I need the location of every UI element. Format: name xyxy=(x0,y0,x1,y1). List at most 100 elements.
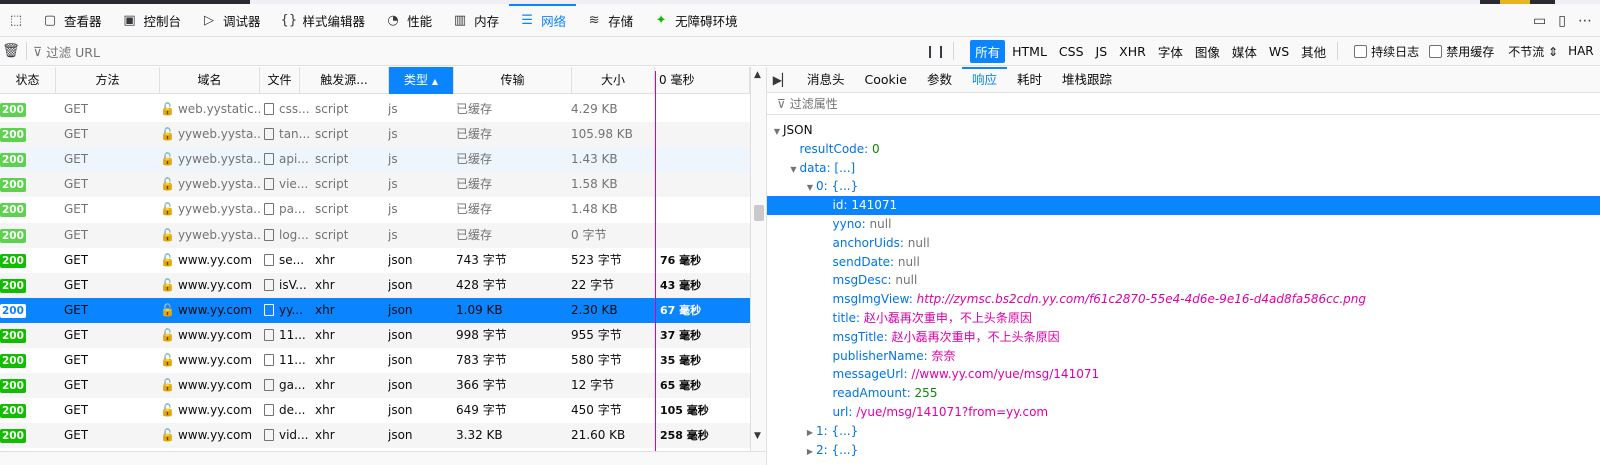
tab-accessibility[interactable]: ✦ 无障碍环境 xyxy=(643,4,748,37)
domain-cell: 🔓 www.yy.com xyxy=(160,423,260,448)
collapsed-arrow-icon[interactable]: ▶ xyxy=(804,423,816,442)
tab-headers[interactable]: 消息头 xyxy=(797,67,855,93)
filter-js-button[interactable]: JS xyxy=(1091,42,1113,61)
tab-inspector[interactable]: ▢ 查看器 xyxy=(32,4,112,37)
json-tree-row[interactable]: messageUrl: //www.yy.com/yue/msg/141071 xyxy=(767,365,1600,384)
dock-options-icon[interactable]: ▯ xyxy=(1558,13,1566,29)
filter-media-button[interactable]: 媒体 xyxy=(1227,40,1262,63)
request-row[interactable]: 200 GET 🔓 www.yy.com ga... xhr json 366 字节 12 字节… xyxy=(0,373,750,399)
expanded-arrow-icon[interactable]: ▼ xyxy=(788,160,800,179)
collapsed-arrow-icon[interactable]: ▶ xyxy=(804,442,816,461)
col-method[interactable]: 方法 xyxy=(56,67,160,94)
json-tree-row[interactable]: anchorUids: null xyxy=(767,234,1600,253)
filter-all-button[interactable]: 所有 xyxy=(970,39,1006,63)
filter-properties-input[interactable]: ⊽ 过滤属性 xyxy=(767,93,1600,115)
transferred-cell: 783 字节 xyxy=(456,353,507,367)
disable-cache-checkbox[interactable]: 禁用缓存 xyxy=(1429,43,1494,60)
json-value: 赵小磊再次重申，不上头条原因 xyxy=(860,311,1032,325)
col-size[interactable]: 大小 xyxy=(572,67,655,94)
json-tree-row[interactable]: msgTitle: 赵小磊再次重申，不上头条原因 xyxy=(767,328,1600,347)
filter-other-button[interactable]: 其他 xyxy=(1296,40,1331,63)
request-row[interactable]: 200 GET 🔓 www.yy.com 11... xhr json 998 字节 955 字… xyxy=(0,322,750,348)
json-tree-row[interactable]: publisherName: 奈奈 xyxy=(767,347,1600,366)
scroll-up-icon[interactable]: ▲ xyxy=(754,70,761,80)
filter-url-input[interactable]: ⊽ 过滤 URL xyxy=(33,42,913,61)
more-options-icon[interactable]: ⋯ xyxy=(1578,13,1592,29)
timing-cell: 43 毫秒 xyxy=(660,278,702,292)
insecure-lock-icon: 🔓 xyxy=(160,252,175,267)
tab-timings[interactable]: 耗时 xyxy=(1007,67,1052,93)
expanded-arrow-icon[interactable]: ▼ xyxy=(804,178,816,197)
json-tree-row[interactable]: ▼ data: [...] xyxy=(767,159,1600,178)
request-row[interactable]: 200 GET 🔓 www.yy.com yy... xhr json 1.09 KB 2.30… xyxy=(0,297,750,323)
request-row[interactable]: 200 GET 🔓 yyweb.yysta... vie... script js 已缓存 1.… xyxy=(0,172,750,198)
col-waterfall[interactable]: 0 毫秒 xyxy=(655,67,750,94)
col-type[interactable]: 类型 ▲ xyxy=(389,67,454,94)
cause-cell: script xyxy=(315,227,349,242)
request-row[interactable]: 200 GET 🔓 yyweb.yysta... tan... script js 已缓存 10… xyxy=(0,122,750,148)
tab-performance[interactable]: ◔ 性能 xyxy=(375,4,442,37)
responsive-design-icon[interactable]: ▭ xyxy=(1533,13,1546,29)
col-status[interactable]: 状态 xyxy=(0,67,56,94)
tab-network[interactable]: ☰ 网络 xyxy=(509,3,577,37)
json-tree-row[interactable]: id: 141071 xyxy=(767,196,1600,216)
clear-requests-icon[interactable]: 🗑 xyxy=(2,43,20,59)
tab-debugger[interactable]: ▷ 调试器 xyxy=(191,4,271,37)
json-tree-row[interactable]: sendDate: null xyxy=(767,253,1600,272)
tab-cookie[interactable]: Cookie xyxy=(855,67,917,93)
json-tree-row[interactable]: resultCode: 0 xyxy=(767,140,1600,159)
json-tree-row[interactable]: ▶ 2: {...} xyxy=(767,441,1600,460)
request-row[interactable]: 200 GET 🔓 www.yy.com isV... xhr json 428 字节 22 字… xyxy=(0,272,750,298)
json-tree-row[interactable]: yyno: null xyxy=(767,215,1600,234)
persist-log-checkbox[interactable]: 持续日志 xyxy=(1354,43,1419,60)
request-row[interactable]: 200 GET 🔓 yyweb.yysta... log... script js 已缓存 0 … xyxy=(0,222,750,248)
tab-response[interactable]: 响应 xyxy=(961,66,1007,93)
request-row[interactable]: 200 GET 🔓 www.yy.com vid... xhr json 3.32 KB 21.… xyxy=(0,423,750,449)
file-cell: api... xyxy=(264,147,314,172)
filter-ws-button[interactable]: WS xyxy=(1264,42,1294,61)
tab-style-editor[interactable]: {} 样式编辑器 xyxy=(271,4,376,37)
filter-fonts-button[interactable]: 字体 xyxy=(1153,40,1188,63)
json-tree-row[interactable]: msgImgView: http://zymsc.bs2cdn.yy.com/f… xyxy=(767,290,1600,309)
requests-scrollbar[interactable]: ▲ ▼ xyxy=(750,67,766,465)
status-badge: 200 xyxy=(0,153,26,168)
throttle-select[interactable]: 不节流 ⇕ xyxy=(1508,43,1558,60)
col-file[interactable]: 文件 xyxy=(260,67,300,94)
file-icon xyxy=(264,128,274,141)
col-cause[interactable]: 触发源... xyxy=(300,67,389,94)
json-tree-row[interactable]: msgDesc: null xyxy=(767,271,1600,290)
tab-stack-trace[interactable]: 堆栈跟踪 xyxy=(1052,67,1122,93)
expanded-arrow-icon[interactable]: ▼ xyxy=(771,122,783,141)
tab-console[interactable]: ▣ 控制台 xyxy=(112,4,192,37)
json-tree-row[interactable]: ▼ JSON xyxy=(767,121,1600,140)
filter-images-button[interactable]: 图像 xyxy=(1190,40,1225,63)
tab-storage[interactable]: ≋ 存储 xyxy=(576,4,643,37)
request-row[interactable]: 200 GET 🔓 www.yy.com de... xhr json 649 字节 450 字… xyxy=(0,398,750,423)
filter-xhr-button[interactable]: XHR xyxy=(1114,42,1151,61)
json-tree-row[interactable]: readAmount: 255 xyxy=(767,384,1600,403)
col-transferred[interactable]: 传输 xyxy=(454,67,572,94)
request-row[interactable]: 200 GET 🔓 yyweb.yysta... pa... script js 已缓存 1.4… xyxy=(0,197,750,222)
toggle-sidebar-icon[interactable]: ▶▏ xyxy=(767,73,797,87)
filter-html-button[interactable]: HTML xyxy=(1007,42,1052,61)
filter-css-button[interactable]: CSS xyxy=(1054,42,1089,61)
json-tree-row[interactable]: url: /yue/msg/141071?from=yy.com xyxy=(767,403,1600,422)
pause-recording-icon[interactable]: ❙❙ xyxy=(925,44,947,58)
request-row[interactable]: 200 GET 🔓 yyweb.yysta... api... script js 已缓存 1.… xyxy=(0,147,750,173)
tab-params[interactable]: 参数 xyxy=(917,67,962,93)
json-tree-row[interactable]: ▶ 1: {...} xyxy=(767,422,1600,441)
col-domain[interactable]: 域名 xyxy=(160,67,260,94)
tab-memory[interactable]: ▥ 内存 xyxy=(442,4,509,37)
har-menu-button[interactable]: HAR xyxy=(1568,44,1594,58)
request-row[interactable]: 200 GET 🔓 web.yystatic.... css... script js 已缓存… xyxy=(0,97,750,122)
type-cell: json xyxy=(388,353,413,367)
debugger-icon: ▷ xyxy=(204,12,215,28)
insecure-lock-icon: 🔓 xyxy=(160,302,175,317)
json-tree-row[interactable]: title: 赵小磊再次重申，不上头条原因 xyxy=(767,309,1600,328)
pick-element-button[interactable]: ⬚ xyxy=(0,4,32,37)
request-row[interactable]: 200 GET 🔓 www.yy.com 11... xhr json 783 字节 580 字… xyxy=(0,348,750,373)
request-row[interactable]: 200 GET 🔓 www.yy.com se... xhr json 743 字节 523 字… xyxy=(0,248,750,273)
scroll-down-icon[interactable]: ▼ xyxy=(754,431,761,441)
json-tree-row[interactable]: ▼ 0: {...} xyxy=(767,177,1600,196)
scroll-thumb[interactable] xyxy=(754,205,764,221)
